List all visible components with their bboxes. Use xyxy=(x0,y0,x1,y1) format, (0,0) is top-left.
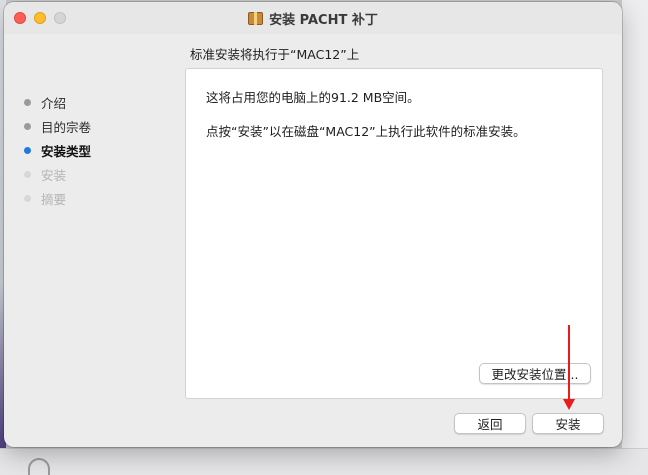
step-label: 介绍 xyxy=(41,95,67,111)
annotation-arrow-line xyxy=(568,325,570,401)
package-icon xyxy=(248,11,264,25)
step-label: 安装 xyxy=(41,167,67,183)
step-dot-icon xyxy=(24,146,31,154)
step-introduction: 介绍 xyxy=(24,90,91,114)
install-button[interactable]: 安装 xyxy=(532,413,604,434)
background-window xyxy=(622,0,648,448)
step-install-type: 安装类型 xyxy=(24,138,91,162)
change-install-location-button[interactable]: 更改安装位置... xyxy=(479,363,591,384)
lock-icon xyxy=(28,458,50,475)
install-destination-heading: 标准安装将执行于“MAC12”上 xyxy=(190,47,360,62)
step-label: 安装类型 xyxy=(41,143,92,159)
step-dot-icon xyxy=(24,170,31,178)
step-dot-icon xyxy=(24,98,31,106)
step-dot-icon xyxy=(24,122,31,130)
annotation-arrow-head-icon xyxy=(563,399,575,410)
content-panel: 这将占用您的电脑上的91.2 MB空间。 点按“安装”以在磁盘“MAC12”上执… xyxy=(185,68,603,399)
installer-window: 安装 PACHT 补丁 标准安装将执行于“MAC12”上 介绍 目的宗卷 安装类… xyxy=(4,2,622,447)
step-destination: 目的宗卷 xyxy=(24,114,91,138)
install-instruction-text: 点按“安装”以在磁盘“MAC12”上执行此软件的标准安装。 xyxy=(206,124,526,139)
step-installation: 安装 xyxy=(24,162,91,186)
window-title-group: 安装 PACHT 补丁 xyxy=(4,2,622,34)
step-label: 目的宗卷 xyxy=(41,119,92,135)
step-summary: 摘要 xyxy=(24,186,91,210)
step-label: 摘要 xyxy=(41,191,67,207)
step-list: 介绍 目的宗卷 安装类型 安装 摘要 xyxy=(24,90,91,210)
title-bar[interactable]: 安装 PACHT 补丁 xyxy=(4,2,622,34)
disk-space-text: 这将占用您的电脑上的91.2 MB空间。 xyxy=(206,90,420,105)
step-dot-icon xyxy=(24,194,31,202)
background-window-bottom xyxy=(0,448,648,475)
window-title: 安装 PACHT 补丁 xyxy=(269,12,378,28)
back-button[interactable]: 返回 xyxy=(454,413,526,434)
